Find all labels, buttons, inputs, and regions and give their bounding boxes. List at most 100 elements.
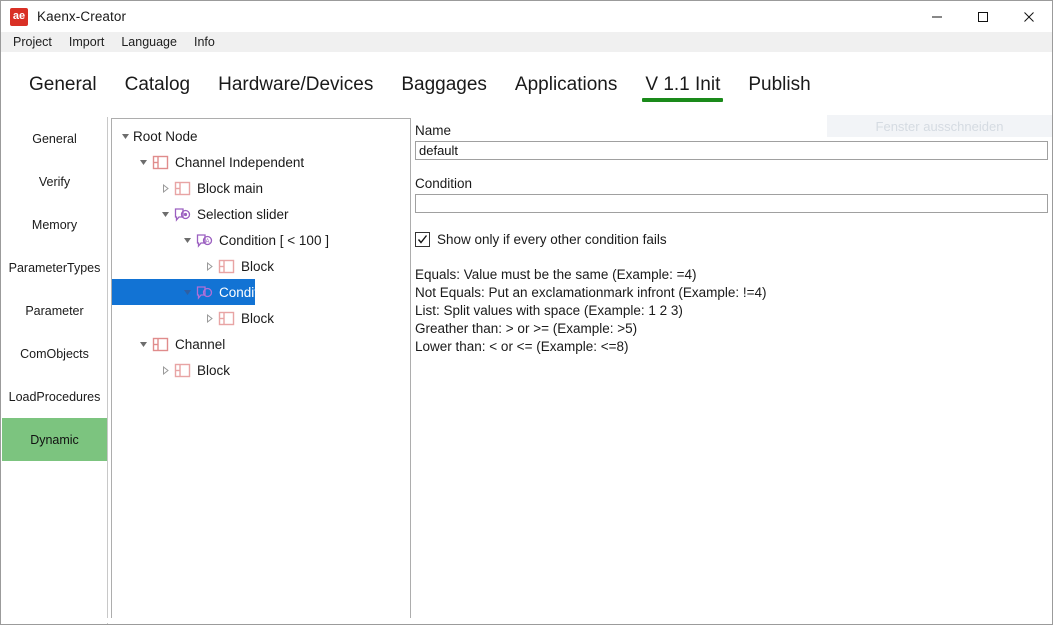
tree-item-block-main[interactable]: Block main [112,175,410,201]
sidebar-item-label: Dynamic [30,432,79,447]
title-bar: ae Kaenx-Creator [1,1,1052,32]
sidebar-item-label: LoadProcedures [8,389,101,404]
chevron-right-icon[interactable] [202,253,217,279]
tree-item-selection-slider[interactable]: Selection slider [112,201,410,227]
block-icon [151,335,170,354]
application-window: ae Kaenx-Creator Project Import Language… [0,0,1053,625]
tree-item-label: Selection slider [197,206,289,222]
block-icon [151,153,170,172]
help-line-list: List: Split values with space (Example: … [415,303,683,318]
tab-underline [26,98,100,102]
tree-item-label: Root Node [133,128,198,144]
tree-item-block[interactable]: Block [112,305,410,331]
menu-item-project[interactable]: Project [5,32,60,52]
tab-catalog[interactable]: Catalog [111,52,205,104]
menu-bar: Project Import Language Info [1,32,1052,52]
name-input[interactable] [415,141,1048,160]
close-button[interactable] [1006,1,1052,32]
tree-item-channel[interactable]: Channel [112,331,410,357]
condition-field-label: Condition [415,176,473,191]
tree-item-label: Block [241,310,275,326]
menu-item-import[interactable]: Import [61,32,112,52]
minimize-button[interactable] [914,1,960,32]
condition-input[interactable] [415,194,1048,213]
sidebar-item-dynamic[interactable]: Dynamic [2,418,107,461]
sidebar-item-memory[interactable]: Memory [2,203,107,246]
tab-underline [122,98,194,102]
default-condition-checkbox-row[interactable]: Show only if every other condition fails [415,232,1050,247]
tab-version-init[interactable]: V 1.1 Init [631,52,734,104]
svg-text:A: A [205,239,209,245]
chevron-down-icon[interactable] [118,123,133,149]
when-icon: A [195,231,214,250]
block-icon [217,257,236,276]
sidebar-item-parametertypes[interactable]: ParameterTypes [2,246,107,289]
tab-underline [398,98,490,102]
tree-item-label: Block main [197,180,264,196]
sidebar-item-verify[interactable]: Verify [2,160,107,203]
tree-item-condition-lt-100[interactable]: A Condition [ < 100 ] [112,227,410,253]
sidebar-item-comobjects[interactable]: ComObjects [2,332,107,375]
tab-publish-label: Publish [748,74,811,95]
tab-applications[interactable]: Applications [501,52,631,104]
block-icon [173,361,192,380]
tree-item-label: Channel Independent [175,154,305,170]
name-field-label: Name [415,123,452,138]
help-line-equals: Equals: Value must be the same (Example:… [415,267,697,282]
sidebar-item-general[interactable]: General [2,117,107,160]
menu-item-language[interactable]: Language [113,32,185,52]
block-icon [217,309,236,328]
tree-item-block[interactable]: Block [112,357,410,383]
help-line-lower-than: Lower than: < or <= (Example: <=8) [415,339,629,354]
chevron-right-icon[interactable] [158,357,173,383]
sidebar-item-label: ParameterTypes [8,260,101,275]
window-title: Kaenx-Creator [37,9,127,24]
app-icon: ae [10,7,28,26]
chevron-down-icon[interactable] [180,227,195,253]
chevron-down-icon[interactable] [180,279,195,305]
tab-hardware-devices[interactable]: Hardware/Devices [204,52,387,104]
chevron-down-icon[interactable] [158,201,173,227]
tab-catalog-label: Catalog [124,74,191,95]
window-controls [914,1,1052,32]
tree-item-label: Block [241,258,275,274]
window-bottom-strip [2,618,1052,623]
tree-item-channel-independent[interactable]: Channel Independent [112,149,410,175]
sidebar-item-label: General [32,131,77,146]
section-sidebar: General Verify Memory ParameterTypes Par… [2,117,108,624]
tree-item-condition-default[interactable]: Condition default [ ] [112,279,255,305]
chevron-right-icon[interactable] [202,305,217,331]
tab-baggages[interactable]: Baggages [387,52,501,104]
tree-item-block[interactable]: Block [112,253,410,279]
chevron-down-icon[interactable] [136,331,151,357]
dynamic-tree-panel[interactable]: Root Node Channel Independent Block main [111,118,411,619]
sidebar-item-loadprocedures[interactable]: LoadProcedures [2,375,107,418]
condition-syntax-help: Equals: Value must be the same (Example:… [415,266,1050,356]
tab-version-init-label: V 1.1 Init [645,74,721,95]
tab-hardware-devices-label: Hardware/Devices [218,74,374,95]
tab-active-underline [642,98,724,102]
tree-item-label: Condition default [ ] [219,284,255,300]
help-line-greater-than: Greather than: > or >= (Example: >5) [415,321,638,336]
condition-detail-panel: Name Condition Show only if every other … [415,123,1050,354]
tab-baggages-label: Baggages [401,74,487,95]
tab-publish[interactable]: Publish [734,52,824,104]
tab-underline [215,98,376,102]
maximize-button[interactable] [960,1,1006,32]
checkbox-checked-icon[interactable] [415,232,430,247]
when-icon [195,283,214,302]
tab-applications-label: Applications [514,74,618,95]
sidebar-item-label: Verify [38,174,71,189]
sidebar-item-parameter[interactable]: Parameter [2,289,107,332]
chevron-down-icon[interactable] [136,149,151,175]
field-spacer [415,160,1050,176]
chevron-right-icon[interactable] [158,175,173,201]
tree-item-label: Block [197,362,231,378]
tree-item-root-node[interactable]: Root Node [112,123,410,149]
menu-item-info[interactable]: Info [186,32,223,52]
tab-general[interactable]: General [15,52,111,104]
sidebar-item-label: ComObjects [20,346,89,361]
help-line-not-equals: Not Equals: Put an exclamationmark infro… [415,285,767,300]
app-icon-text: ae [12,10,26,22]
block-icon [173,179,192,198]
